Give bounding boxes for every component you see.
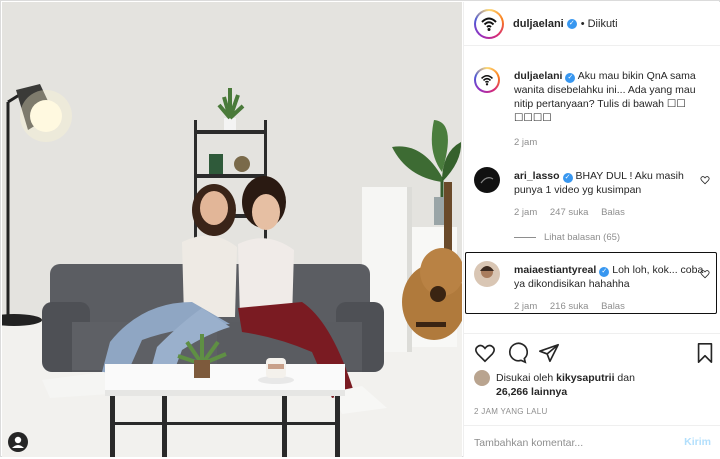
comment-avatar[interactable] (474, 261, 500, 287)
wifi-logo-icon (481, 74, 493, 86)
following-button[interactable]: Diikuti (588, 18, 618, 30)
comment-item: ari_lasso ✓ BHAY DUL ! Aku masih punya 1 … (474, 167, 714, 247)
comment-text: ari_lasso ✓ BHAY DUL ! Aku masih punya 1 … (514, 169, 704, 197)
comments-list[interactable]: duljaelani ✓ Aku mau bikin QnA sama wanit… (464, 47, 720, 333)
like-heart-icon[interactable] (474, 342, 496, 364)
action-icons (474, 342, 714, 366)
separator-dot: • (580, 17, 585, 30)
header-username[interactable]: duljaelani (513, 18, 564, 30)
post-comment-button[interactable]: Kirim (684, 436, 711, 448)
add-comment-bar: Kirim (464, 425, 720, 459)
comment-item: maiaestiantyreal ✓ Loh loh, kok... coba y… (474, 261, 714, 321)
share-paper-plane-icon[interactable] (538, 342, 560, 364)
verified-badge-icon: ✓ (599, 267, 610, 277)
view-replies-label: Lihat balasan (65) (544, 232, 621, 243)
caption-username[interactable]: duljaelani (514, 70, 562, 82)
comment-username[interactable]: maiaestiantyreal (514, 264, 596, 276)
photo-scene (2, 2, 462, 457)
view-replies-button[interactable]: Lihat balasan (65) (514, 232, 620, 243)
caption-avatar[interactable] (474, 67, 500, 93)
reply-button[interactable]: Balas (601, 207, 625, 218)
liker-username[interactable]: kikysaputrii (556, 372, 614, 384)
post-time[interactable]: 2 JAM YANG LALU (474, 407, 548, 416)
like-comment-heart-icon[interactable] (700, 269, 710, 279)
likes-prefix: Disukai oleh (496, 372, 554, 384)
comment-bubble-icon[interactable] (506, 342, 528, 364)
wifi-logo-icon (481, 17, 497, 31)
verified-badge-icon: ✓ (566, 18, 577, 29)
comment-text: maiaestiantyreal ✓ Loh loh, kok... coba y… (514, 263, 704, 291)
post-frame: duljaelani ✓ • Diikuti duljaelani ✓ Aku … (0, 0, 720, 457)
caption-time: 2 jam (514, 137, 538, 148)
likes-count[interactable]: 26,266 lainnya (496, 386, 567, 398)
post-photo[interactable] (2, 2, 462, 457)
comment-likes[interactable]: 216 suka (550, 301, 589, 312)
comment-time: 2 jam (514, 207, 538, 218)
comment-input[interactable] (474, 434, 664, 452)
verified-badge-icon: ✓ (562, 173, 573, 183)
post-actions: Disukai oleh kikysaputrii dan 26,266 lai… (464, 333, 720, 459)
comment-time: 2 jam (514, 301, 538, 312)
comment-meta: 2 jam 216 suka Balas (514, 301, 635, 312)
replies-line (514, 236, 536, 238)
comment-meta: 2 jam 247 suka Balas (514, 207, 635, 218)
liker-avatar[interactable] (474, 370, 490, 386)
caption-meta: 2 jam (514, 137, 547, 148)
likes-text: Disukai oleh kikysaputrii dan 26,266 lai… (496, 371, 706, 399)
likes-and: dan (617, 372, 635, 384)
like-comment-heart-icon[interactable] (700, 175, 710, 185)
comment-username[interactable]: ari_lasso (514, 170, 560, 182)
profile-avatar[interactable] (474, 8, 504, 39)
comment-likes[interactable]: 247 suka (550, 207, 589, 218)
comment-avatar[interactable] (474, 167, 500, 193)
post-header: duljaelani ✓ • Diikuti (464, 2, 720, 46)
post-panel: duljaelani ✓ • Diikuti duljaelani ✓ Aku … (463, 2, 720, 457)
reply-button[interactable]: Balas (601, 301, 625, 312)
save-bookmark-icon[interactable] (694, 342, 716, 364)
tagged-user-icon[interactable] (8, 432, 28, 452)
verified-badge-icon: ✓ (565, 73, 576, 83)
caption: duljaelani ✓ Aku mau bikin QnA sama wanit… (474, 67, 714, 148)
caption-text: duljaelani ✓ Aku mau bikin QnA sama wanit… (514, 69, 704, 125)
